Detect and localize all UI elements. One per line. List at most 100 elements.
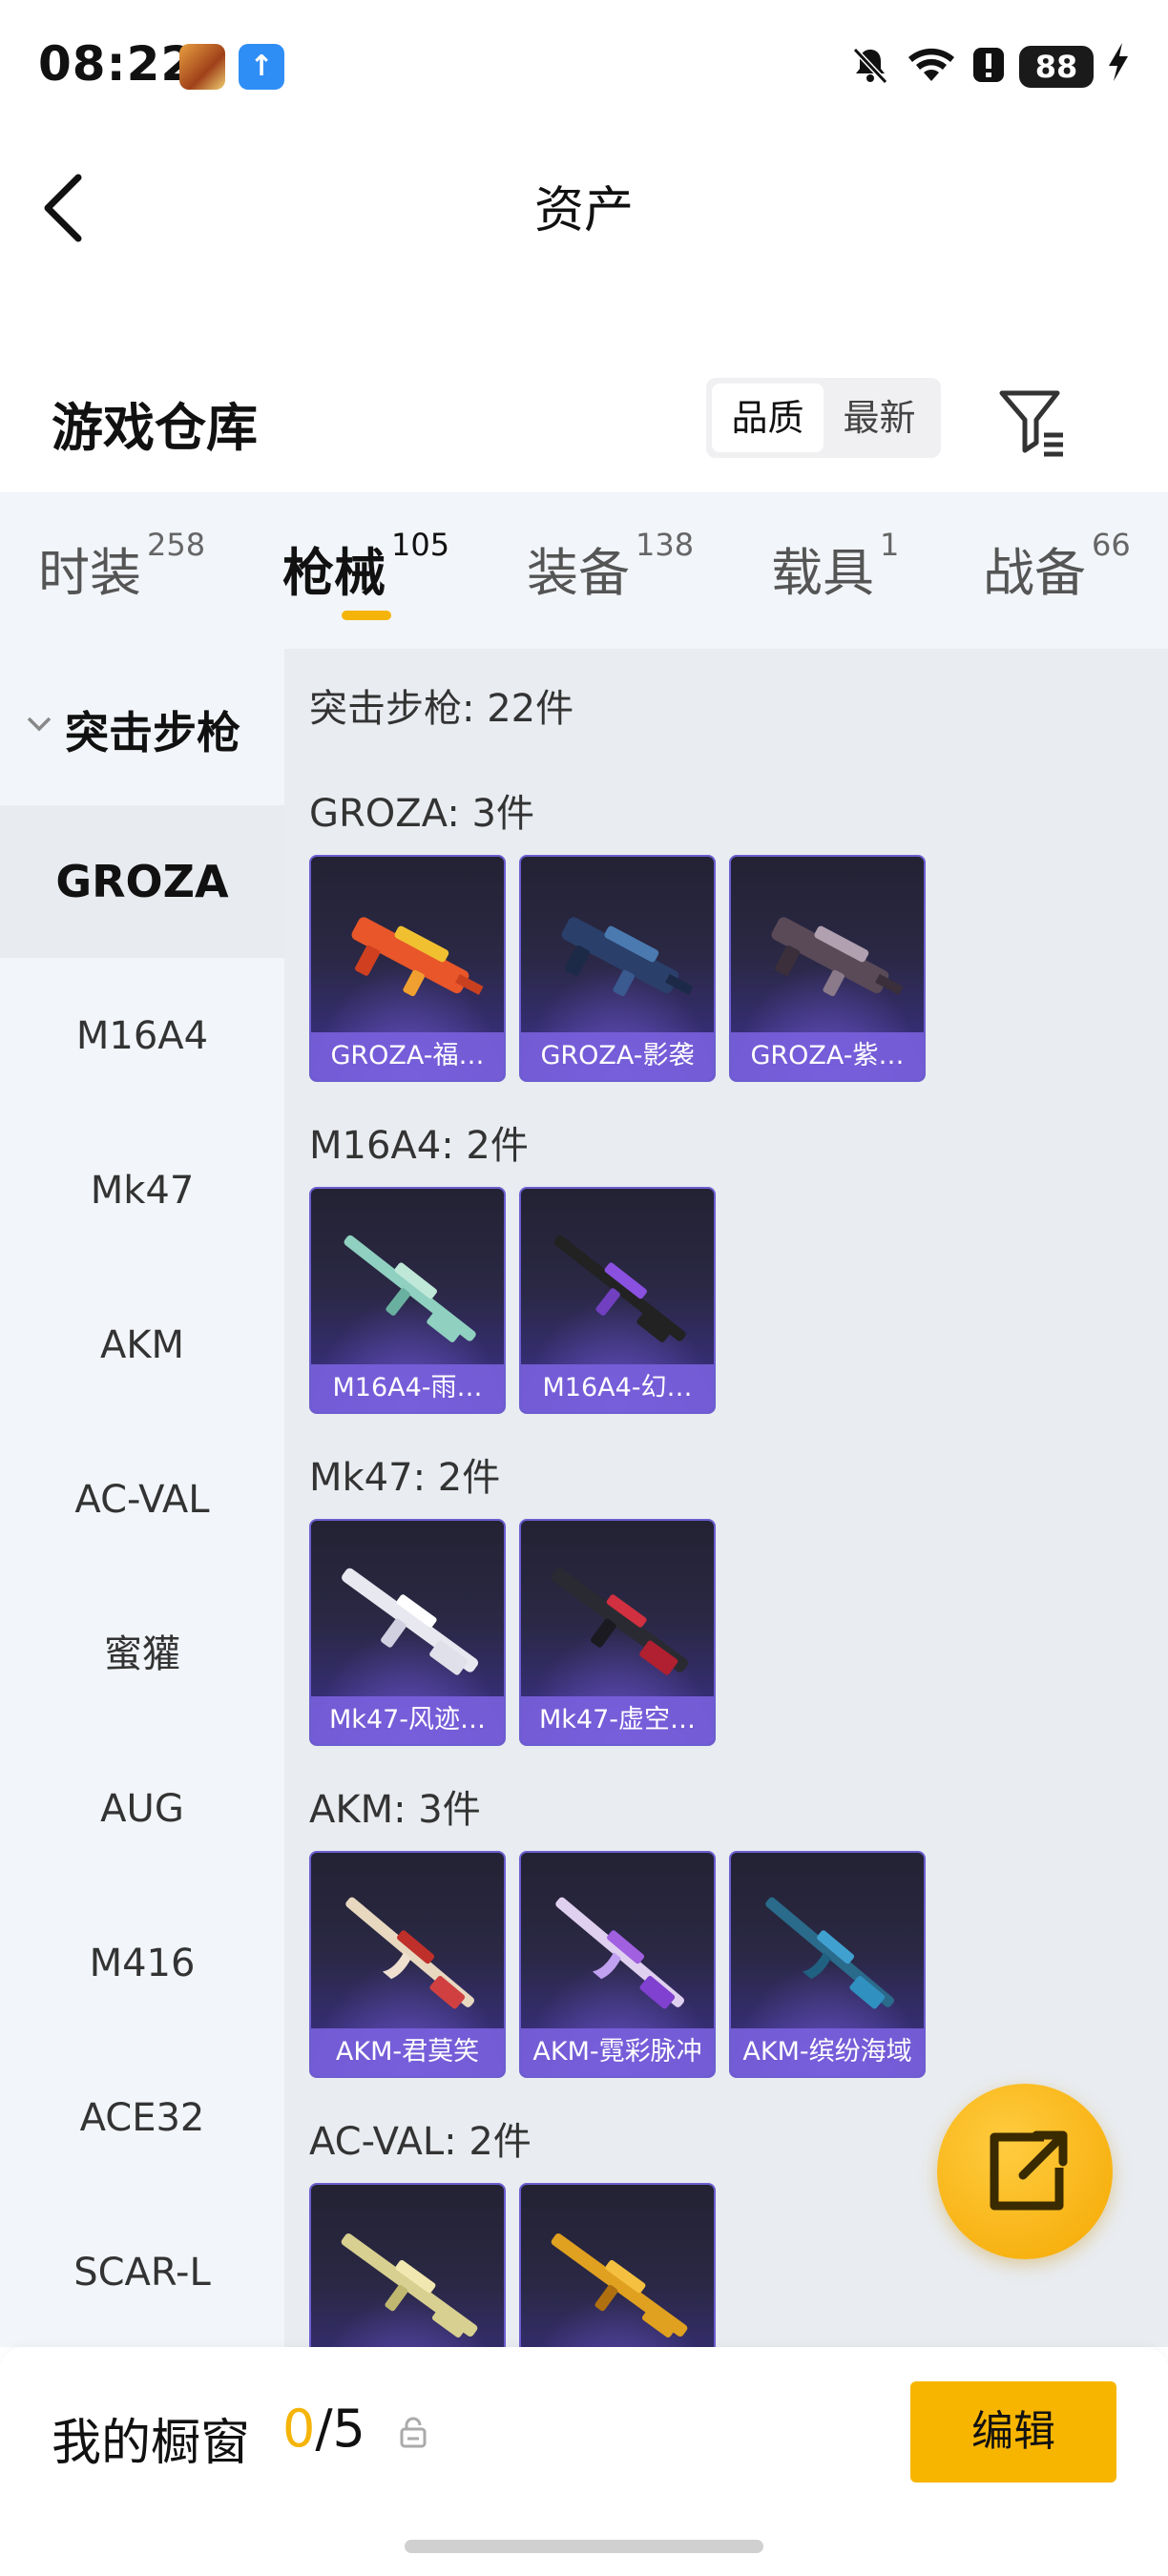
skin-card[interactable]: Mk47-虚空…: [519, 1519, 716, 1746]
skin-name: Mk47-虚空…: [521, 1696, 714, 1744]
skin-name: Mk47-风迹…: [311, 1696, 504, 1744]
header: 资产: [0, 134, 1168, 277]
skin-card[interactable]: [309, 2183, 506, 2347]
game-app-icon: [179, 44, 225, 90]
skin-card[interactable]: M16A4-雨…: [309, 1187, 506, 1414]
sidebar-item-groza[interactable]: GROZA: [0, 805, 284, 958]
status-time: 08:22: [38, 36, 196, 92]
tab-label: 枪械: [282, 543, 386, 603]
category-total: 突击步枪: 22件: [309, 687, 574, 731]
weapon-image: [555, 1897, 684, 2009]
assets-page: 08:22 ↑ 88 资产 游戏仓库 品质 最新 时装 258 枪械 105 装…: [0, 0, 1168, 2576]
sidebar-item-ace32[interactable]: ACE32: [0, 2042, 284, 2194]
tab-count: 258: [147, 527, 206, 563]
upload-app-icon: ↑: [239, 44, 284, 90]
sort-newest-option[interactable]: 最新: [824, 384, 935, 452]
showcase-title: 我的橱窗: [52, 2415, 251, 2472]
sidebar-item-aug[interactable]: AUG: [0, 1733, 284, 1885]
sidebar-item-mk47[interactable]: Mk47: [0, 1114, 284, 1267]
skin-name: GROZA-福…: [311, 1032, 504, 1080]
skin-card[interactable]: GROZA-福…: [309, 855, 506, 1082]
group-title: GROZA: 3件: [309, 792, 534, 836]
group-title: AKM: 3件: [309, 1788, 481, 1832]
skin-name: M16A4-雨…: [311, 1364, 504, 1412]
warehouse-header: 游戏仓库 品质 最新: [0, 363, 1168, 477]
filter-icon: [999, 390, 1063, 457]
skin-name: AKM-缤纷海域: [731, 2028, 924, 2076]
weapon-image: [771, 917, 904, 997]
share-fab-button[interactable]: [937, 2084, 1113, 2259]
weapon-image: [553, 1235, 686, 1342]
showcase-count: 0/5: [282, 2399, 365, 2459]
weapon-image: [344, 1235, 476, 1342]
active-tab-indicator: [342, 611, 391, 620]
sidebar-item-ac-val[interactable]: AC-VAL: [0, 1423, 284, 1576]
tab-label: 战备: [983, 543, 1086, 603]
group-title: M16A4: 2件: [309, 1124, 529, 1168]
weapon-type-sidebar: 突击步枪 GROZA M16A4 Mk47 AKM AC-VAL 蜜獾 AUG …: [0, 649, 284, 2347]
tab-label: 时装: [38, 543, 141, 603]
weapon-image: [342, 1568, 479, 1675]
tab-count: 1: [880, 527, 900, 563]
page-title: 资产: [533, 182, 634, 239]
skin-card[interactable]: AKM-缤纷海域: [729, 1851, 926, 2078]
tab-count: 66: [1092, 527, 1131, 563]
skin-card[interactable]: AKM-君莫笑: [309, 1851, 506, 2078]
weapon-image: [561, 917, 694, 997]
sort-quality-option[interactable]: 品质: [712, 384, 824, 452]
sidebar-category-label: 突击步枪: [65, 707, 240, 758]
warehouse-title: 游戏仓库: [52, 398, 258, 458]
sidebar-item-honey-badger[interactable]: 蜜獾: [0, 1578, 284, 1731]
weapon-image: [551, 2233, 688, 2338]
group-title: AC-VAL: 2件: [309, 2120, 532, 2164]
weapon-image: [341, 2233, 478, 2338]
tab-count: 138: [636, 527, 695, 563]
tab-label: 装备: [527, 543, 630, 603]
tab-equipment[interactable]: 装备 138: [527, 527, 695, 606]
weapon-image: [351, 917, 484, 997]
status-icons: 88: [849, 42, 1130, 92]
sort-toggle: 品质 最新: [706, 378, 941, 458]
tab-weapons[interactable]: 枪械 105: [282, 527, 450, 606]
filter-button[interactable]: [994, 382, 1071, 458]
sidebar-item-scar-l[interactable]: SCAR-L: [0, 2196, 284, 2349]
wifi-icon: [905, 44, 958, 90]
skin-name: AKM-霓彩脉冲: [521, 2028, 714, 2076]
home-indicator[interactable]: [405, 2540, 763, 2553]
skin-card[interactable]: [519, 2183, 716, 2347]
skin-card[interactable]: GROZA-影袭: [519, 855, 716, 1082]
chevron-down-icon: [27, 717, 52, 732]
skin-card[interactable]: Mk47-风迹…: [309, 1519, 506, 1746]
sidebar-item-akm[interactable]: AKM: [0, 1269, 284, 1422]
alert-icon: [971, 44, 1006, 90]
status-bar: 08:22 ↑ 88: [0, 0, 1168, 134]
skin-name: M16A4-幻…: [521, 1364, 714, 1412]
skin-name: GROZA-影袭: [521, 1032, 714, 1080]
skin-name: GROZA-紫…: [731, 1032, 924, 1080]
lock-icon: [400, 2417, 427, 2448]
share-icon: [990, 2130, 1068, 2211]
weapon-image: [765, 1897, 894, 2009]
tab-vehicles[interactable]: 载具 1: [771, 527, 900, 606]
tab-label: 载具: [771, 543, 874, 603]
showcase-used: 0: [282, 2399, 316, 2459]
showcase-bar: 我的橱窗 0/5 编辑: [0, 2347, 1168, 2576]
category-tabs: 时装 258 枪械 105 装备 138 载具 1 战备 66: [0, 492, 1168, 649]
skin-card[interactable]: GROZA-紫…: [729, 855, 926, 1082]
tab-fashion[interactable]: 时装 258: [38, 527, 206, 606]
bolt-icon: [1107, 41, 1130, 93]
group-title: Mk47: 2件: [309, 1456, 501, 1500]
tab-supplies[interactable]: 战备 66: [983, 527, 1131, 606]
mute-icon: [849, 44, 891, 90]
edit-button[interactable]: 编辑: [910, 2381, 1116, 2483]
skin-card[interactable]: AKM-霓彩脉冲: [519, 1851, 716, 2078]
sidebar-item-m16a4[interactable]: M16A4: [0, 960, 284, 1112]
weapon-image: [345, 1897, 474, 2009]
weapon-image: [552, 1568, 689, 1675]
skin-name: AKM-君莫笑: [311, 2028, 504, 2076]
sidebar-category-header[interactable]: 突击步枪: [0, 649, 284, 805]
tab-count: 105: [391, 527, 450, 563]
skin-card[interactable]: M16A4-幻…: [519, 1187, 716, 1414]
sidebar-item-m416[interactable]: M416: [0, 1887, 284, 2040]
battery-icon: 88: [1019, 46, 1094, 88]
